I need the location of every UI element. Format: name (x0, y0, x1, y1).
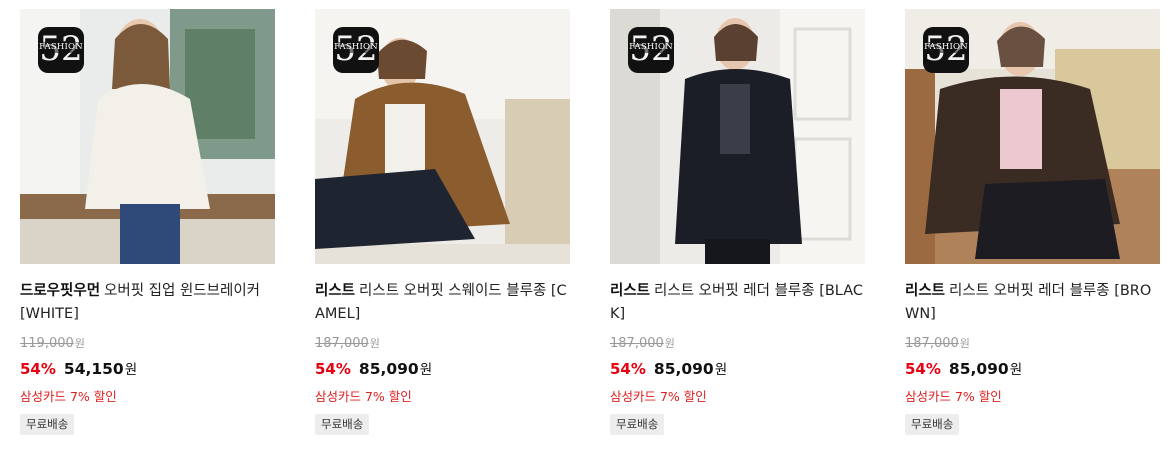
product-image[interactable]: 52 FASHION (20, 9, 275, 264)
sale-price-row: 54% 85,090원 (315, 360, 433, 378)
fashion52-logo-icon: 52 FASHION (628, 27, 674, 73)
sale-price: 54,150 (63, 360, 124, 378)
product-card[interactable]: 52 FASHION 리스트리스트 오버핏 레더 블루종 [BROWN] 187… (905, 9, 1161, 435)
discount-rate: 54% (610, 360, 646, 378)
product-title[interactable]: 드로우핏우먼 오버핏 집업 윈드브레이커 [WHITE] (20, 280, 276, 326)
sale-price: 85,090 (653, 360, 714, 378)
sale-price: 85,090 (948, 360, 1009, 378)
brand-name: 드로우핏우먼 (20, 283, 101, 299)
fashion52-logo-icon: 52 FASHION (38, 27, 84, 73)
product-title[interactable]: 리스트 리스트 오버핏 스웨이드 블루종 [CAMEL] (315, 280, 571, 326)
card-discount-text: 삼성카드 7% 할인 (315, 389, 412, 404)
brand-name: 리스트 (905, 283, 946, 299)
brand-name: 리스트 (610, 283, 651, 299)
product-card[interactable]: 52 FASHION 드로우핏우먼오버핏 집업 윈드브레이커 [WHITE] 1… (20, 9, 276, 435)
product-image[interactable]: 52 FASHION (610, 9, 865, 264)
sale-price-row: 54% 85,090원 (610, 360, 728, 378)
product-title[interactable]: 리스트 리스트 오버핏 레더 블루종 [BLACK] (610, 280, 866, 326)
original-price: 187,000원 (905, 336, 970, 351)
free-shipping-tag: 무료배송 (315, 414, 370, 435)
discount-rate: 54% (905, 360, 941, 378)
card-discount-text: 삼성카드 7% 할인 (610, 389, 707, 404)
sale-price-row: 54% 54,150원 (20, 360, 138, 378)
fashion52-logo-icon: 52 FASHION (923, 27, 969, 73)
free-shipping-tag: 무료배송 (610, 414, 665, 435)
product-image[interactable]: 52 FASHION (905, 9, 1160, 264)
original-price: 119,000원 (20, 336, 85, 351)
card-discount-text: 삼성카드 7% 할인 (20, 389, 117, 404)
fashion52-logo-icon: 52 FASHION (333, 27, 379, 73)
product-grid: 52 FASHION 드로우핏우먼오버핏 집업 윈드브레이커 [WHITE] 1… (0, 0, 1169, 472)
product-card[interactable]: 52 FASHION 리스트리스트 오버핏 레더 블루종 [BLACK] 187… (610, 9, 866, 435)
sale-price-row: 54% 85,090원 (905, 360, 1023, 378)
brand-name: 리스트 (315, 283, 356, 299)
free-shipping-tag: 무료배송 (905, 414, 960, 435)
free-shipping-tag: 무료배송 (20, 414, 75, 435)
product-image[interactable]: 52 FASHION (315, 9, 570, 264)
card-discount-text: 삼성카드 7% 할인 (905, 389, 1002, 404)
discount-rate: 54% (315, 360, 351, 378)
original-price: 187,000원 (610, 336, 675, 351)
original-price: 187,000원 (315, 336, 380, 351)
sale-price: 85,090 (358, 360, 419, 378)
product-card[interactable]: 52 FASHION 리스트리스트 오버핏 스웨이드 블루종 [CAMEL] 1… (315, 9, 571, 435)
discount-rate: 54% (20, 360, 56, 378)
product-title[interactable]: 리스트 리스트 오버핏 레더 블루종 [BROWN] (905, 280, 1161, 326)
